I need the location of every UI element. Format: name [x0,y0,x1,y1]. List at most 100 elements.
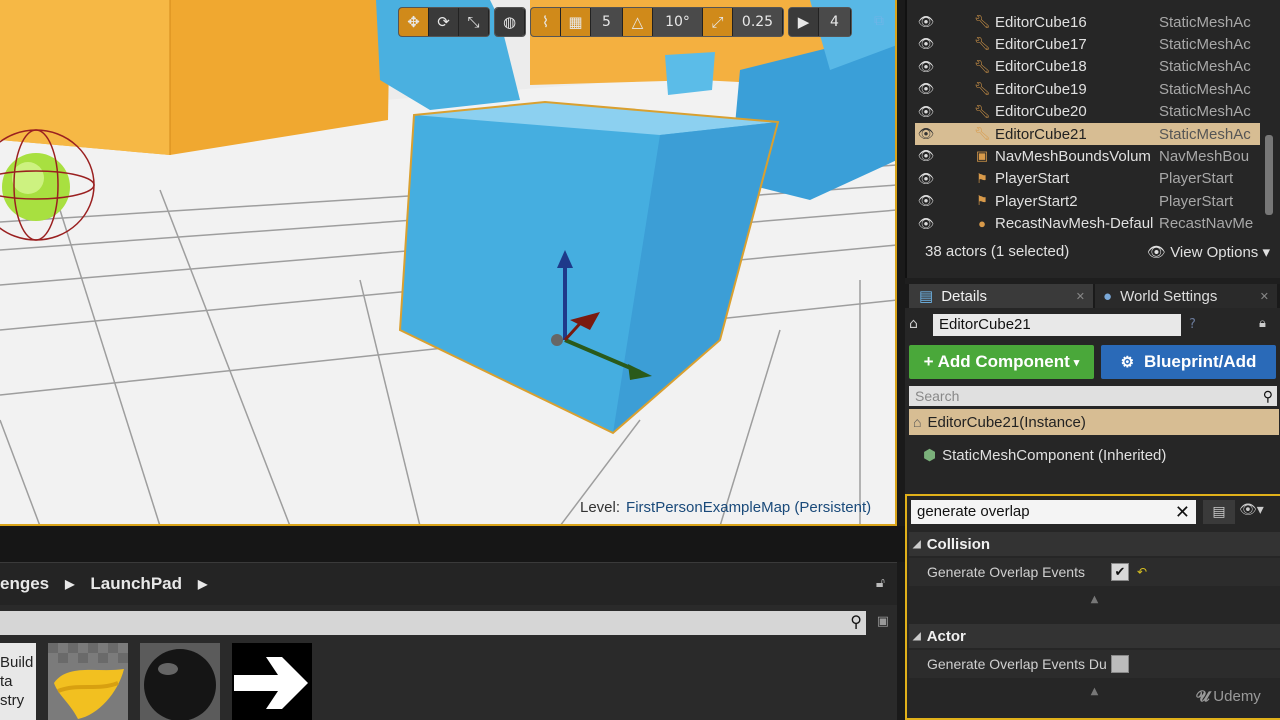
chevron-right-icon[interactable]: ▶ [65,577,74,591]
asset-thumbnail[interactable] [232,643,312,720]
eye-icon[interactable]: 👁︎ [915,81,937,97]
asset-thumbnail[interactable] [140,643,220,720]
level-viewport[interactable]: ✥ ⟳ ⤡ ◍ ⌇ ▦ 5 △ 10° ⤢ 0.25 ▶ 4 ⧉ Level: … [0,0,897,526]
help-icon[interactable]: ? [1189,317,1196,332]
component-row[interactable]: ⬢ StaticMeshComponent (Inherited) [923,444,1166,466]
grid-icon[interactable]: ▦ [561,8,591,36]
category-collision[interactable]: ◢ Collision [909,532,1280,556]
view-options-button[interactable]: 👁︎ View Options ▾ [1147,243,1270,261]
grid-snap-value[interactable]: 5 [591,8,623,36]
level-label: Level: [580,499,621,516]
outliner-row[interactable]: 👁︎ 🔧︎ EditorCube20 StaticMeshAc [915,101,1260,123]
actor-type: StaticMeshAc [1159,58,1251,76]
eye-icon[interactable]: 👁︎▾ [1239,502,1264,518]
triangle-down-icon: ◢ [913,538,921,550]
eye-icon[interactable]: 👁︎ [915,216,937,232]
search-icon: ⚲ [850,612,862,631]
actor-type: PlayerStart [1159,192,1234,210]
asset-thumbnail[interactable] [48,643,128,720]
eye-icon[interactable]: 👁︎ [915,193,937,209]
camera-speed-value[interactable]: 4 [819,8,851,36]
actor-name-input[interactable]: EditorCube21 [933,314,1181,336]
category-actor[interactable]: ◢ Actor [909,624,1280,648]
surface-snap-icon[interactable]: ⌇ [531,8,561,36]
breadcrumb-item[interactable]: enges [0,574,49,594]
eye-icon[interactable]: 👁︎ [915,104,937,120]
scale-snap-icon[interactable]: ⤢ [703,8,733,36]
actor-name: NavMeshBoundsVolum [995,147,1151,165]
asset-thumbnail[interactable]: Build ta stry [0,643,36,720]
actor-type-icon: 🔧︎ [973,103,991,119]
eye-icon[interactable]: 👁︎ [915,36,937,52]
collapse-icon[interactable]: ▲ [909,594,1280,610]
property-label: Generate Overlap Events Du [927,656,1107,672]
maximize-icon[interactable]: ⧉ [868,10,890,32]
blueprint-add-button[interactable]: ⚙ Blueprint/Add [1101,345,1276,379]
outliner-row[interactable]: 👁︎ 🔧︎ EditorCube18 StaticMeshAc [915,56,1260,78]
lock-icon[interactable]: 🔒︎ [1259,316,1266,331]
actor-type-icon: 🔧︎ [973,126,991,141]
save-icon[interactable]: ▣ [877,614,889,629]
globe-icon[interactable]: ◍ [495,8,525,36]
chevron-right-icon[interactable]: ▶ [198,577,207,591]
actor-name: PlayerStart2 [995,192,1078,210]
scale-snap-value[interactable]: 0.25 [733,8,783,36]
scale-icon[interactable]: ⤡ [459,8,489,36]
outliner-row[interactable]: 👁︎ ▣ NavMeshBoundsVolum NavMeshBou [915,145,1260,167]
outliner-scrollbar[interactable] [1265,135,1273,215]
breadcrumb: enges ▶ LaunchPad ▶ [0,563,897,605]
outliner-row[interactable]: 👁︎ ⚑ PlayerStart PlayerStart [915,168,1260,190]
lock-icon[interactable]: 🔓︎ [876,575,885,591]
tab-label: World Settings [1120,287,1218,305]
eye-icon[interactable]: 👁︎ [915,59,937,75]
property-row: Generate Overlap Events ✔ ↶ [909,558,1280,586]
globe-icon: ● [1103,287,1113,305]
reset-default-icon[interactable]: ↶ [1137,565,1147,579]
eye-icon[interactable]: 👁︎ [915,14,937,30]
rotate-icon[interactable]: ⟳ [429,8,459,36]
tab-details[interactable]: ▤ Details ✕ [909,284,1093,308]
actor-type: StaticMeshAc [1159,103,1251,121]
actor-type-icon: 🔧︎ [973,14,991,29]
asset-label: ta [0,673,13,690]
actor-type: StaticMeshAc [1159,35,1251,53]
eye-icon[interactable]: 👁︎ [915,171,937,187]
generate-overlap-checkbox[interactable]: ✔ [1111,563,1129,581]
actor-type-icon: 🔧︎ [973,36,991,52]
content-search-input[interactable]: ⚲ [0,611,866,635]
watermark-label: Udemy [1213,688,1261,705]
angle-icon[interactable]: △ [623,8,653,36]
close-icon[interactable]: ✕ [1076,290,1085,303]
close-icon[interactable]: ✕ [1175,500,1190,524]
breadcrumb-item[interactable]: LaunchPad [90,574,182,594]
viewport-toolbar: ✥ ⟳ ⤡ ◍ ⌇ ▦ 5 △ 10° ⤢ 0.25 ▶ 4 [398,7,852,37]
component-search-input[interactable]: Search ⚲ [909,386,1277,406]
camera-speed: ▶ 4 [788,7,852,37]
eye-icon: 👁︎ [1146,244,1171,261]
generate-overlap-during-load-checkbox[interactable] [1111,655,1129,673]
tab-world-settings[interactable]: ● World Settings ✕ [1095,284,1277,308]
add-component-button[interactable]: + Add Component ▾ [909,345,1094,379]
level-name: FirstPersonExampleMap (Persistent) [626,499,872,516]
outliner-row[interactable]: 👁︎ 🔧︎ EditorCube19 StaticMeshAc [915,78,1260,100]
component-instance-row[interactable]: ⌂ EditorCube21(Instance) [909,409,1279,435]
outliner-row[interactable]: 👁︎ 🔧︎ EditorCube16 StaticMeshAc [915,11,1260,33]
property-search-input[interactable]: generate overlap ✕ [911,500,1196,524]
camera-speed-icon[interactable]: ▶ [789,8,819,36]
content-browser: enges ▶ LaunchPad ▶ 🔓︎ ⚲ ▣ Build ta stry [0,562,897,720]
close-icon[interactable]: ✕ [1260,290,1269,303]
rotation-snap-value[interactable]: 10° [653,8,703,36]
outliner-row[interactable]: 👁︎ ● RecastNavMesh-Defaul RecastNavMe [915,213,1260,235]
outliner-row[interactable]: 👁︎ ⚑ PlayerStart2 PlayerStart [915,190,1260,212]
move-icon[interactable]: ✥ [399,8,429,36]
eye-icon[interactable]: 👁︎ [915,126,937,142]
list-view-icon[interactable]: ▤ [1203,500,1235,524]
actor-name: EditorCube18 [995,58,1087,76]
outliner-row[interactable]: 👁︎ 🔧︎ EditorCube17 StaticMeshAc [915,33,1260,55]
actor-type-icon: ⚑ [976,193,988,209]
outliner-row[interactable]: 👁︎ 🔧︎ EditorCube21 StaticMeshAc [915,123,1260,145]
add-component-label: Add Component [937,352,1070,371]
actor-type: NavMeshBou [1159,147,1250,165]
udemy-watermark: 𝓤 Udemy [1196,688,1261,705]
eye-icon[interactable]: 👁︎ [915,148,937,164]
